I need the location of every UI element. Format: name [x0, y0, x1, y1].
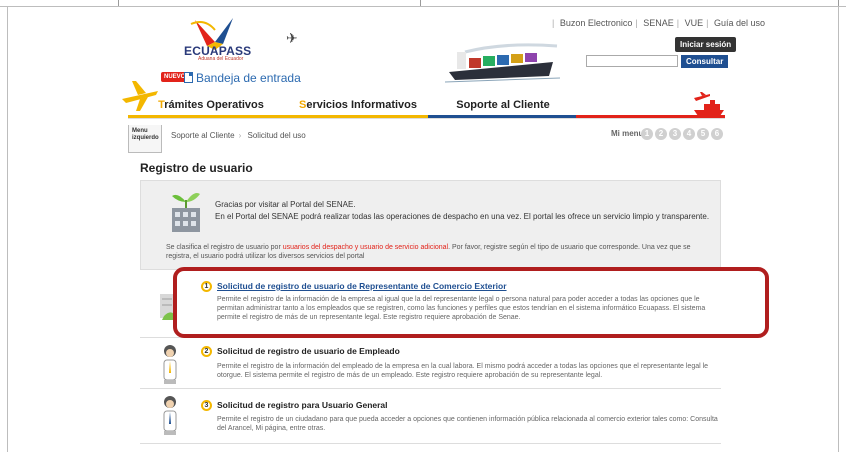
mi-menu-label: Mi menu [611, 129, 644, 138]
breadcrumb-item[interactable]: Soporte al Cliente [171, 131, 235, 140]
option-empleado-link[interactable]: Solicitud de registro de usuario de Empl… [217, 346, 400, 356]
top-links-leading-divider: | [552, 18, 555, 28]
breadcrumb: Soporte al Cliente › Solicitud del uso [171, 131, 306, 140]
mi-menu-slot-4[interactable]: 4 [683, 128, 695, 140]
option-usuario-general-link[interactable]: Solicitud de registro para Usuario Gener… [217, 400, 388, 410]
frame-left-edge [7, 6, 8, 452]
welcome-note: Se clasifica el registro de usuario por … [166, 244, 691, 260]
mi-menu-slot-1[interactable]: 1 [641, 128, 653, 140]
menu-izquierdo-tab[interactable]: Menu izquierdo [128, 125, 162, 153]
option-divider [140, 388, 721, 389]
mi-menu-slot-2[interactable]: 2 [655, 128, 667, 140]
employee-person-icon [163, 345, 177, 384]
top-links: | Buzon Electronico | SENAE | VUE | Guía de… [552, 18, 766, 28]
welcome-line-1: Gracias por visitar al Portal del SENAE. [215, 200, 356, 209]
option-number-badge: 3 [201, 400, 212, 411]
login-button[interactable]: Iniciar sesión [675, 37, 737, 52]
red-plane-ship-icon [694, 92, 724, 116]
breadcrumb-item[interactable]: Solicitud del uso [248, 131, 306, 140]
main-navbar: Trámites Operativos Servicios Informativ… [128, 92, 725, 119]
nav-accent-yellow [128, 115, 428, 118]
mi-menu-slot-5[interactable]: 5 [697, 128, 709, 140]
mi-menu-slot-3[interactable]: 3 [669, 128, 681, 140]
bandeja-entrada-link[interactable]: Bandeja de entrada [196, 71, 301, 85]
link-guia-del-uso[interactable]: Guía del uso [714, 18, 765, 28]
search-input[interactable] [586, 55, 678, 67]
link-vue[interactable]: VUE [685, 18, 704, 28]
option-number-badge: 2 [201, 346, 212, 357]
welcome-line-2: En el Portal del SENAE podrá realizar to… [215, 212, 710, 221]
plane-icon: ✈ [286, 30, 298, 46]
option-empleado-description: Permite el registro de la información de… [217, 363, 709, 379]
link-buzon-electronico[interactable]: Buzon Electronico [560, 18, 633, 28]
mi-menu-slot-6[interactable]: 6 [711, 128, 723, 140]
option-divider [140, 443, 721, 444]
option-usuario-general-description: Permite el registro de un ciudadano para… [217, 416, 718, 432]
browser-toolbar-edge [0, 0, 846, 7]
frame-right-edge [838, 6, 839, 452]
toolbar-tick [118, 0, 119, 6]
cargo-ship-icon [445, 43, 560, 83]
highlight-annotation-box [173, 267, 769, 338]
nav-accent-blue [428, 115, 576, 118]
page-title: Registro de usuario [140, 161, 253, 175]
logo-subtitle: Aduana del Ecuador [198, 56, 244, 62]
user-types-highlight[interactable]: usuarios del despacho y usuario de servi… [283, 244, 448, 251]
building-plant-icon [172, 193, 200, 232]
consultar-button[interactable]: Consultar [681, 55, 729, 68]
toolbar-tick [420, 0, 421, 6]
general-user-person-icon [163, 396, 177, 435]
link-senae[interactable]: SENAE [643, 18, 674, 28]
inbox-icon [184, 72, 193, 83]
